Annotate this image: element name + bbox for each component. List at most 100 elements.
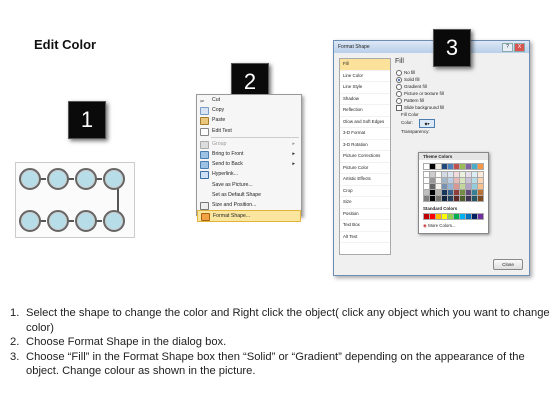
- dialog-title: Format Shape: [338, 44, 370, 50]
- page-title: Edit Color: [34, 37, 97, 52]
- circle-node[interactable]: [47, 168, 69, 190]
- more-colors-label: More Colors...: [428, 223, 456, 228]
- color-swatch[interactable]: [477, 213, 484, 220]
- radio-label: Solid fill: [404, 77, 420, 82]
- category-artistic-effects[interactable]: Artistic Effects: [340, 174, 390, 186]
- hyperlink-icon: [200, 171, 209, 180]
- size-icon: [200, 201, 209, 210]
- submenu-arrow-icon: ▸: [292, 161, 295, 168]
- instructions-list: 1. Select the shape to change the color …: [10, 306, 550, 379]
- circle-node[interactable]: [19, 210, 41, 232]
- close-button[interactable]: Close: [493, 259, 523, 270]
- category-picture-corrections[interactable]: Picture Corrections: [340, 151, 390, 163]
- menu-separator: [211, 136, 299, 138]
- circle-node[interactable]: [75, 210, 97, 232]
- category-position[interactable]: Position: [340, 209, 390, 220]
- radio-picture-fill[interactable]: Picture or texture fill: [395, 90, 523, 97]
- menu-item-group[interactable]: Group ▸: [197, 139, 301, 149]
- category-line-color[interactable]: Line Color: [340, 71, 390, 82]
- color-palette: Theme Colors Standard Colors ◉ More Colo…: [418, 152, 489, 234]
- circle-node[interactable]: [103, 210, 125, 232]
- submenu-arrow-icon: ▸: [292, 140, 295, 147]
- menu-item-hyperlink[interactable]: Hyperlink...: [197, 169, 301, 180]
- category-glow[interactable]: Glow and Soft Edges: [340, 117, 390, 128]
- step-number: 2.: [10, 336, 20, 349]
- menu-item-label: Hyperlink...: [212, 171, 238, 178]
- edit-text-icon: [200, 127, 209, 136]
- color-swatch[interactable]: [477, 195, 484, 202]
- menu-item-label: Copy: [212, 107, 225, 114]
- radio-pattern-fill[interactable]: Pattern fill: [395, 97, 523, 104]
- menu-item-edit-text[interactable]: Edit Text: [197, 126, 301, 136]
- step-text: Choose Format Shape in the dialog box.: [26, 336, 227, 349]
- category-size[interactable]: Size: [340, 197, 390, 209]
- instruction-step: 3. Choose “Fill” in the Format Shape box…: [10, 350, 550, 379]
- category-alt-text[interactable]: Alt Text: [340, 232, 390, 243]
- menu-item-label: Set as Default Shape: [212, 191, 262, 198]
- menu-item-label: Bring to Front: [212, 150, 244, 157]
- group-icon: [200, 140, 209, 149]
- menu-item-label: Edit Text: [212, 127, 232, 134]
- theme-colors-label: Theme Colors: [419, 153, 488, 160]
- category-shadow[interactable]: Shadow: [340, 94, 390, 105]
- menu-item-cut[interactable]: ✂ Cut: [197, 95, 301, 105]
- menu-item-send-to-back[interactable]: Send to Back ▸: [197, 159, 301, 170]
- standard-colors-label: Standard Colors: [423, 206, 458, 211]
- close-icon[interactable]: X: [514, 43, 525, 52]
- circle-node[interactable]: [19, 168, 41, 190]
- color-row: Color: ◆▾: [395, 118, 523, 128]
- category-crop[interactable]: Crop: [340, 186, 390, 197]
- circle-node[interactable]: [103, 168, 125, 190]
- menu-item-label: Send to Back: [212, 161, 243, 168]
- instruction-step: 1. Select the shape to change the color …: [10, 306, 550, 335]
- instruction-step: 2. Choose Format Shape in the dialog box…: [10, 335, 550, 350]
- radio-label: Picture or texture fill: [404, 91, 444, 96]
- circle-node[interactable]: [75, 168, 97, 190]
- menu-item-format-shape[interactable]: Format Shape...: [197, 210, 301, 223]
- menu-item-size-and-position[interactable]: Size and Position...: [197, 200, 301, 210]
- radio-solid-fill[interactable]: Solid fill: [395, 76, 523, 83]
- copy-icon: [200, 107, 209, 116]
- step-badge-3-label: 3: [445, 35, 459, 60]
- category-line-style[interactable]: Line Style: [340, 82, 390, 94]
- color-swatch[interactable]: [477, 163, 484, 170]
- help-button[interactable]: ?: [502, 43, 513, 52]
- menu-item-label: Save as Picture...: [212, 181, 253, 188]
- more-colors-option[interactable]: ◉ More Colors...: [423, 223, 456, 229]
- menu-item-copy[interactable]: Copy: [197, 105, 301, 116]
- menu-item-label: Format Shape...: [213, 213, 251, 220]
- step-number: 1.: [10, 307, 20, 319]
- menu-item-save-as-picture[interactable]: Save as Picture...: [197, 180, 301, 190]
- menu-item-label: Cut: [212, 97, 221, 103]
- connector: [117, 189, 119, 213]
- color-label: Color:: [401, 120, 414, 125]
- checkbox-slide-background[interactable]: Slide background fill: [395, 104, 523, 111]
- menu-item-label: Group: [212, 140, 227, 147]
- step-text: Choose “Fill” in the Format Shape box th…: [26, 350, 525, 378]
- menu-item-label: Size and Position...: [212, 201, 257, 208]
- circle-diagram[interactable]: [15, 162, 135, 238]
- step-badge-1-label: 1: [80, 107, 94, 132]
- color-picker-button[interactable]: ◆▾: [419, 119, 435, 128]
- step-badge-3: 3: [433, 29, 471, 67]
- menu-item-paste[interactable]: Paste: [197, 115, 301, 126]
- category-3d-rotation[interactable]: 3-D Rotation: [340, 140, 390, 151]
- step-badge-1: 1: [68, 101, 106, 139]
- radio-label: Gradient fill: [404, 84, 427, 89]
- dialog-titlebar[interactable]: Format Shape ? X: [334, 41, 529, 53]
- category-reflection[interactable]: Reflection: [340, 105, 390, 117]
- radio-no-fill[interactable]: No fill: [395, 69, 523, 76]
- send-back-icon: [200, 161, 209, 170]
- radio-label: No fill: [404, 70, 416, 75]
- category-picture-color[interactable]: Picture Color: [340, 163, 390, 174]
- circle-node[interactable]: [47, 210, 69, 232]
- context-menu: ✂ Cut Copy Paste Edit Text Group ▸ Bring…: [196, 94, 302, 223]
- fill-color-heading: Fill Color: [401, 112, 419, 117]
- category-3d-format[interactable]: 3-D Format: [340, 128, 390, 140]
- menu-item-set-default-shape[interactable]: Set as Default Shape: [197, 190, 301, 200]
- category-text-box[interactable]: Text Box: [340, 220, 390, 232]
- format-shape-icon: [201, 213, 210, 222]
- radio-gradient-fill[interactable]: Gradient fill: [395, 83, 523, 90]
- menu-item-bring-to-front[interactable]: Bring to Front ▸: [197, 149, 301, 159]
- category-fill[interactable]: Fill: [340, 59, 390, 71]
